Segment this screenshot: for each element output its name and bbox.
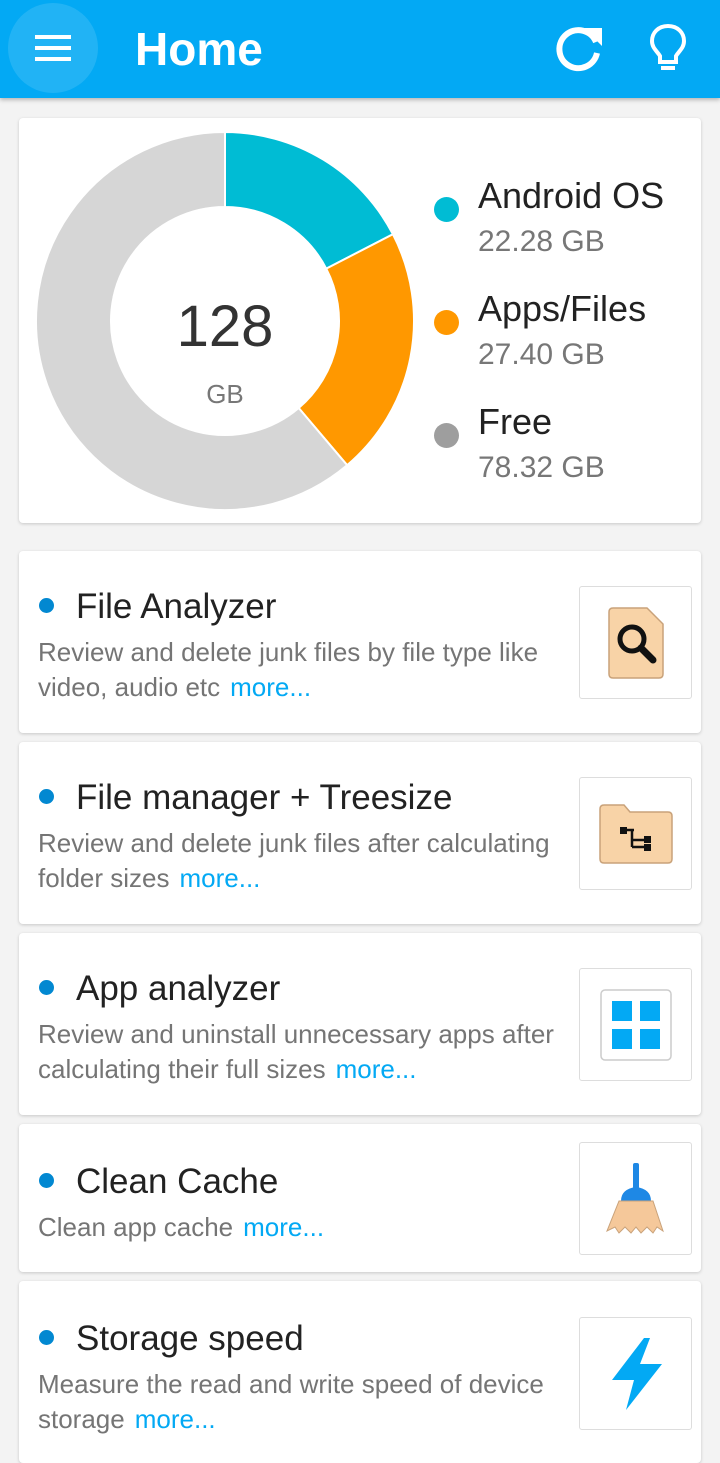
menu-button[interactable] [8, 3, 98, 93]
description-text: Review and uninstall unnecessary apps af… [38, 1019, 554, 1084]
total-storage-unit: GB [206, 379, 244, 409]
feature-icon-box [579, 968, 692, 1081]
legend-value: 78.32 GB [478, 451, 605, 484]
feature-title: File Analyzer [76, 587, 277, 626]
android-os-dot [434, 197, 459, 222]
feature-title: File manager + Treesize [76, 778, 453, 817]
menu-icon [35, 35, 71, 61]
description-text: Clean app cache [38, 1212, 234, 1242]
feature-icon-box [579, 777, 692, 890]
app-analyzer-card[interactable]: App analyzer Review and uninstall unnece… [19, 933, 701, 1115]
feature-description: Review and delete junk files after calcu… [38, 826, 558, 896]
bullet-dot [39, 1173, 54, 1188]
clean-cache-card[interactable]: Clean Cache Clean app cache more... [19, 1124, 701, 1272]
app-bar: Home [0, 0, 720, 98]
tips-button[interactable] [640, 20, 696, 76]
free-dot [434, 423, 459, 448]
total-storage-value: 128 [176, 294, 274, 359]
feature-description: Measure the read and write speed of devi… [38, 1367, 558, 1437]
storage-summary-card: 128 GB Android OS 22.28 GB Apps/Files 27… [19, 118, 701, 523]
more-link[interactable]: more... [243, 1212, 324, 1242]
more-link[interactable]: more... [336, 1054, 417, 1084]
feature-title: App analyzer [76, 969, 281, 1008]
bullet-dot [39, 789, 54, 804]
refresh-icon [556, 27, 602, 72]
description-text: Review and delete junk files after calcu… [38, 828, 550, 893]
bullet-dot [39, 1330, 54, 1345]
file-analyzer-card[interactable]: File Analyzer Review and delete junk fil… [19, 551, 701, 733]
bullet-dot [39, 980, 54, 995]
storage-speed-card[interactable]: Storage speed Measure the read and write… [19, 1281, 701, 1463]
feature-title: Clean Cache [76, 1162, 279, 1201]
feature-title: Storage speed [76, 1319, 304, 1358]
legend-label: Android OS [478, 175, 665, 216]
feature-icon-box [579, 586, 692, 699]
description-text: Measure the read and write speed of devi… [38, 1369, 544, 1434]
feature-icon-box [579, 1142, 692, 1255]
more-link[interactable]: more... [180, 863, 261, 893]
more-link[interactable]: more... [230, 672, 311, 702]
legend-value: 22.28 GB [478, 225, 605, 258]
folder-tree-icon [598, 803, 673, 864]
file-manager-card[interactable]: File manager + Treesize Review and delet… [19, 742, 701, 924]
storage-donut-chart: 128 GB [35, 130, 415, 511]
app-grid-icon [599, 988, 672, 1061]
legend-label: Free [478, 401, 553, 442]
page-title: Home [135, 23, 263, 75]
feature-description: Review and delete junk files by file typ… [38, 635, 558, 705]
feature-description: Review and uninstall unnecessary apps af… [38, 1017, 558, 1087]
lightning-icon [611, 1337, 662, 1410]
feature-description: Clean app cache more... [38, 1210, 558, 1245]
broom-icon [605, 1162, 664, 1234]
feature-icon-box [579, 1317, 692, 1430]
apps-files-dot [434, 310, 459, 335]
file-search-icon [607, 606, 664, 679]
legend-label: Apps/Files [478, 288, 647, 329]
more-link[interactable]: more... [135, 1404, 216, 1434]
refresh-button[interactable] [550, 20, 606, 76]
legend-value: 27.40 GB [478, 338, 605, 371]
bullet-dot [39, 598, 54, 613]
lightbulb-icon [649, 23, 687, 70]
